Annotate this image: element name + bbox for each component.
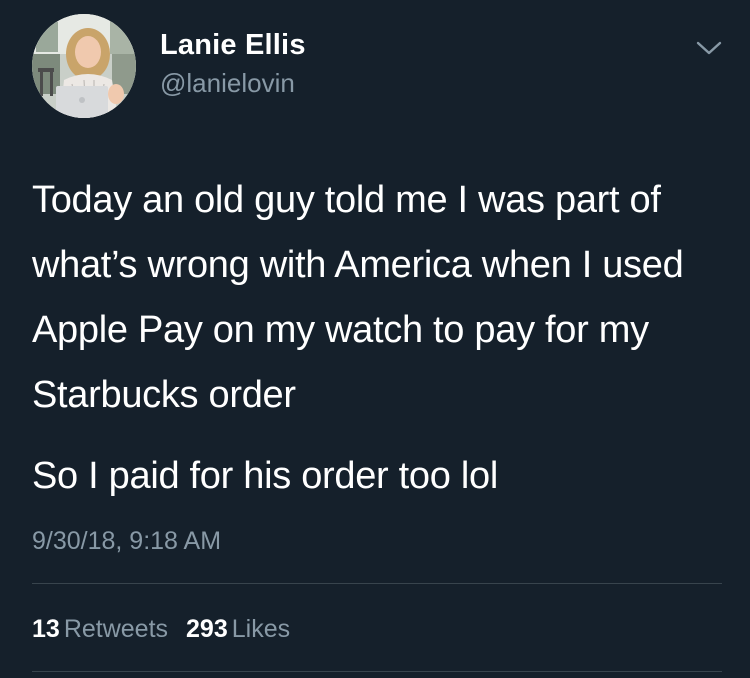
retweets-label: Retweets [63,615,169,643]
tweet-timestamp[interactable]: 9/30/18, 9:18 AM [32,526,221,556]
divider [32,671,722,672]
retweets-stat[interactable]: 13 Retweets [32,615,168,643]
tweet-card: Lanie Ellis @lanielovin Today an old guy… [0,0,750,678]
tweet-stats: 13 Retweets 293 Likes [32,614,290,644]
tweet-paragraph: So I paid for his order too lol [32,455,498,497]
divider [32,583,722,584]
likes-count: 293 [186,615,228,643]
tweet-paragraph: Today an old guy told me I was part of w… [32,179,684,416]
retweets-count: 13 [32,615,60,643]
chevron-down-icon[interactable] [696,38,722,58]
profile-photo [32,14,136,118]
likes-label: Likes [231,615,291,643]
user-handle[interactable]: @lanielovin [160,68,306,98]
tweet-text: Today an old guy told me I was part of w… [32,168,732,509]
display-name[interactable]: Lanie Ellis [160,28,306,62]
avatar[interactable] [32,14,136,118]
likes-stat[interactable]: 293 Likes [186,615,290,643]
user-info[interactable]: Lanie Ellis @lanielovin [160,28,306,98]
